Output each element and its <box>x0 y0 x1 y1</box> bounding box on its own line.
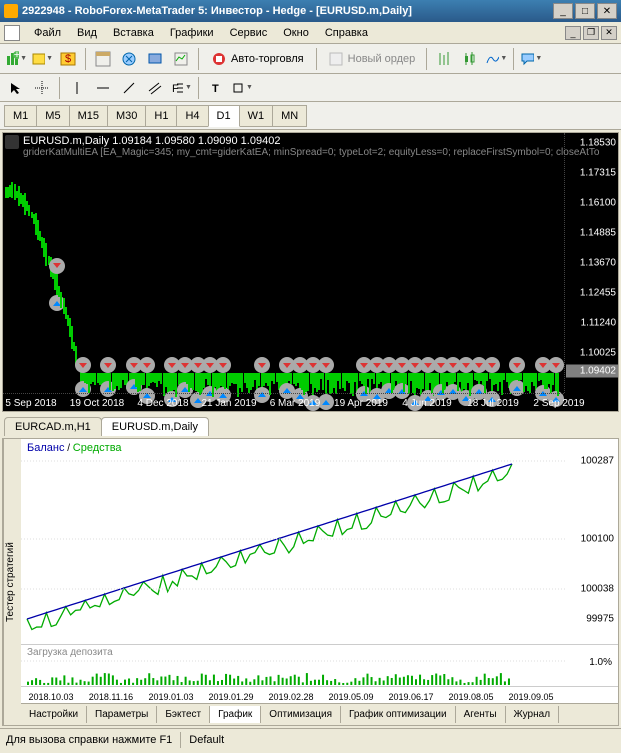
tester-tab-opt-graph[interactable]: График оптимизации <box>341 706 456 723</box>
tf-m5[interactable]: M5 <box>36 105 69 127</box>
new-order-label: Новый ордер <box>348 53 416 65</box>
trendline-button[interactable] <box>117 76 141 100</box>
tf-m15[interactable]: M15 <box>69 105 108 127</box>
new-order-icon <box>328 51 344 67</box>
tester-tab-agents[interactable]: Агенты <box>456 706 506 723</box>
drawing-toolbar: F▼ T ▼ <box>0 74 621 102</box>
balance-axis: 10028710010010003899975 <box>570 439 618 644</box>
indicator-button[interactable]: ▼ <box>484 47 508 71</box>
tester-tab-journal[interactable]: Журнал <box>506 706 560 723</box>
menu-help[interactable]: Справка <box>317 25 376 41</box>
chart-header: EURUSD.m,Daily 1.09184 1.09580 1.09090 1… <box>23 135 599 158</box>
date-axis: 5 Sep 201819 Oct 20184 Dec 201821 Jan 20… <box>3 393 564 411</box>
menu-insert[interactable]: Вставка <box>105 25 162 41</box>
tester-tab-opt[interactable]: Оптимизация <box>261 706 341 723</box>
svg-text:F: F <box>172 83 179 95</box>
tf-mn[interactable]: MN <box>272 105 307 127</box>
menu-view[interactable]: Вид <box>69 25 105 41</box>
status-profile: Default <box>189 734 224 746</box>
price-chart[interactable]: EURUSD.m,Daily 1.09184 1.09580 1.09090 1… <box>2 132 619 412</box>
hline-button[interactable] <box>91 76 115 100</box>
tester-tab-settings[interactable]: Настройки <box>21 706 87 723</box>
svg-text:$: $ <box>65 53 71 65</box>
tester-tab-graph[interactable]: График <box>210 706 261 723</box>
mdi-minimize-button[interactable]: _ <box>565 26 581 40</box>
market-watch-button[interactable]: $ <box>56 47 80 71</box>
tester-side-label[interactable]: Тестер стратегий <box>3 439 21 725</box>
profiles-button[interactable]: ▼ <box>30 47 54 71</box>
document-icon <box>4 25 20 41</box>
timeframe-toolbar: M1 M5 M15 M30 H1 H4 D1 W1 MN <box>0 102 621 130</box>
auto-trading-button[interactable]: Авто-торговля <box>204 48 311 70</box>
strategy-tester-button[interactable] <box>169 47 193 71</box>
title-bar: 2922948 - RoboForex-MetaTrader 5: Инвест… <box>0 0 621 22</box>
chart-candles <box>3 133 564 393</box>
mdi-close-button[interactable]: ✕ <box>601 26 617 40</box>
status-bar: Для вызова справки нажмите F1 Default <box>0 728 621 750</box>
crosshair-button[interactable] <box>30 76 54 100</box>
tester-tab-backtest[interactable]: Бэктест <box>157 706 210 723</box>
chart-tabs: EURCAD.m,H1 EURUSD.m,Daily <box>0 414 621 436</box>
svg-text:T: T <box>212 83 219 95</box>
new-order-button[interactable]: Новый ордер <box>322 49 422 69</box>
deposit-load-chart: Загрузка депозита 1.0% <box>21 645 618 687</box>
status-help-text: Для вызова справки нажмите F1 <box>6 734 172 746</box>
chat-button[interactable]: ▼ <box>519 47 543 71</box>
auto-trading-label: Авто-торговля <box>231 53 304 65</box>
tf-m1[interactable]: M1 <box>4 105 37 127</box>
data-window-button[interactable] <box>91 47 115 71</box>
tester-date-axis: 2018.10.032018.11.162019.01.032019.01.29… <box>21 687 618 703</box>
navigator-button[interactable] <box>117 47 141 71</box>
objects-button[interactable]: ▼ <box>230 76 254 100</box>
close-button[interactable]: ✕ <box>597 3 617 19</box>
menu-charts[interactable]: Графики <box>162 25 222 41</box>
new-chart-button[interactable]: +▼ <box>4 47 28 71</box>
chart-ea-text: griderKatMultiEA [EA_Magic=345; my_cmt=g… <box>23 147 599 158</box>
auto-trading-icon <box>211 51 227 67</box>
menu-window[interactable]: Окно <box>275 25 317 41</box>
chart-tab-eurusd[interactable]: EURUSD.m,Daily <box>101 417 209 436</box>
text-button[interactable]: T <box>204 76 228 100</box>
tf-h1[interactable]: H1 <box>145 105 177 127</box>
tf-m30[interactable]: M30 <box>107 105 146 127</box>
window-title: 2922948 - RoboForex-MetaTrader 5: Инвест… <box>22 5 553 17</box>
svg-text:+: + <box>14 51 19 61</box>
tf-d1[interactable]: D1 <box>208 105 240 127</box>
vline-button[interactable] <box>65 76 89 100</box>
cursor-button[interactable] <box>4 76 28 100</box>
tf-h4[interactable]: H4 <box>176 105 208 127</box>
maximize-button[interactable]: □ <box>575 3 595 19</box>
deposit-load-svg <box>21 645 566 687</box>
tf-w1[interactable]: W1 <box>239 105 274 127</box>
price-axis: 1.185301.173151.161001.148851.136701.124… <box>564 133 618 393</box>
bar-chart-button[interactable] <box>432 47 456 71</box>
terminal-button[interactable] <box>143 47 167 71</box>
tester-tabs: Настройки Параметры Бэктест График Оптим… <box>21 703 618 725</box>
balance-chart[interactable]: Баланс / Средства 1002871001001000389997… <box>21 439 618 645</box>
menu-bar: Файл Вид Вставка Графики Сервис Окно Спр… <box>0 22 621 44</box>
minimize-button[interactable]: _ <box>553 3 573 19</box>
tester-tab-params[interactable]: Параметры <box>87 706 157 723</box>
menu-file[interactable]: Файл <box>26 25 69 41</box>
menu-tools[interactable]: Сервис <box>222 25 276 41</box>
tester-panel: Тестер стратегий Баланс / Средства 10028… <box>2 438 619 726</box>
app-icon <box>4 4 18 18</box>
chart-title-text: EURUSD.m,Daily 1.09184 1.09580 1.09090 1… <box>23 135 599 147</box>
balance-svg <box>21 439 566 634</box>
channel-button[interactable] <box>143 76 167 100</box>
deposit-load-tick: 1.0% <box>589 657 612 668</box>
mdi-restore-button[interactable]: ❐ <box>583 26 599 40</box>
fibonacci-button[interactable]: F▼ <box>169 76 193 100</box>
candle-chart-button[interactable] <box>458 47 482 71</box>
chart-tab-eurcad[interactable]: EURCAD.m,H1 <box>4 417 102 436</box>
main-toolbar: +▼ ▼ $ Авто-торговля Новый ордер ▼ ▼ <box>0 44 621 74</box>
